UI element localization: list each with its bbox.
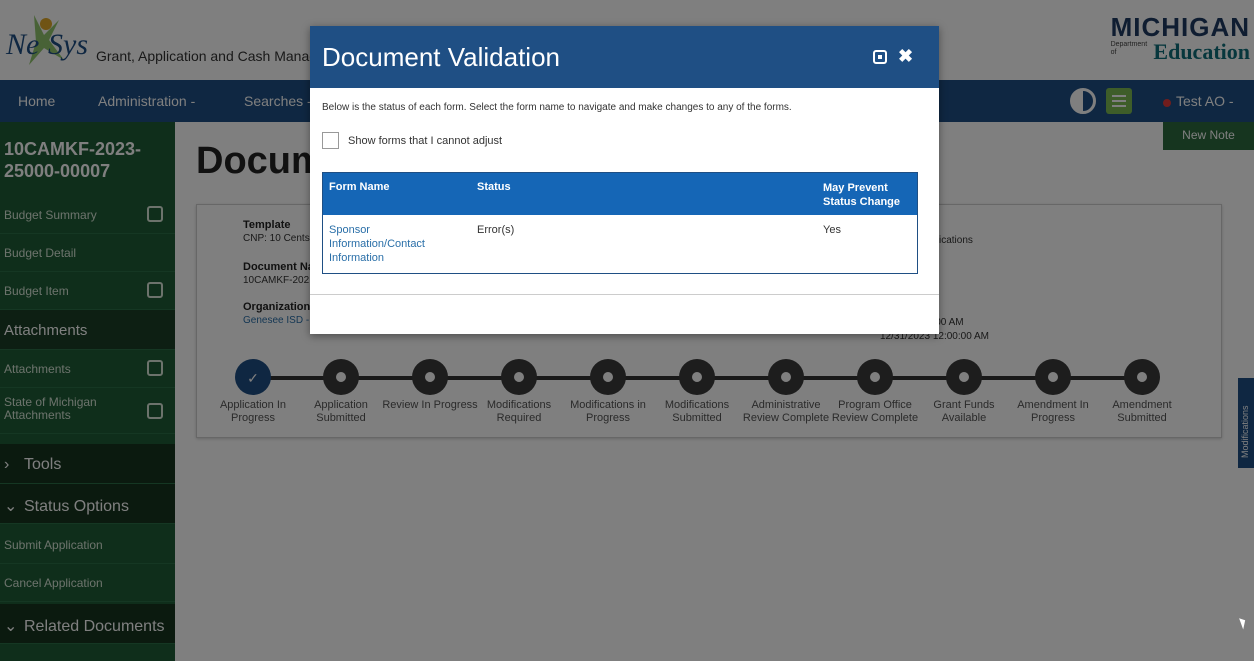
show-forms-checkbox-label[interactable]: Show forms that I cannot adjust [348, 135, 502, 147]
document-validation-modal: Document Validation ✖ Below is the statu… [310, 26, 939, 334]
column-header-may-prevent: May Prevent Status Change [823, 182, 901, 208]
modal-title: Document Validation [322, 42, 560, 72]
restore-icon[interactable] [873, 50, 887, 64]
validation-table: Form Name Status May Prevent Status Chan… [322, 172, 918, 274]
show-forms-checkbox[interactable] [322, 132, 339, 149]
table-row-may-prevent: Yes [823, 224, 841, 236]
modal-description: Below is the status of each form. Select… [322, 102, 792, 113]
modal-header: Document Validation ✖ [310, 26, 939, 88]
modal-footer-divider [310, 294, 939, 295]
column-header-status: Status [477, 181, 511, 193]
close-icon[interactable]: ✖ [898, 46, 913, 67]
column-header-form-name: Form Name [329, 181, 390, 193]
table-row-status: Error(s) [477, 224, 515, 236]
table-row-form-name-link[interactable]: Sponsor Information/Contact Information [329, 223, 449, 265]
table-header: Form Name Status May Prevent Status Chan… [323, 173, 917, 215]
